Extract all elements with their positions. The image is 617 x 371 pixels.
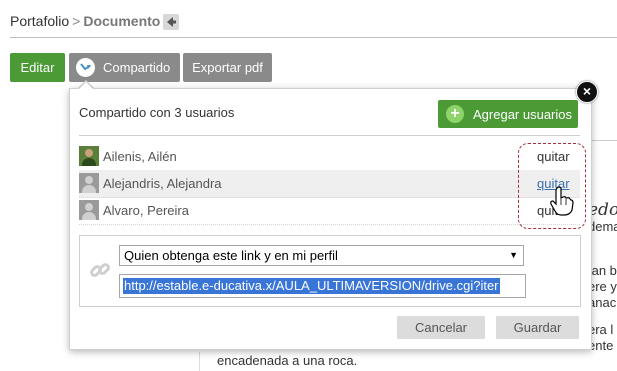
background-text-line: tan b [588, 263, 617, 278]
dropdown-arrow-icon: ▼ [509, 250, 518, 260]
breadcrumb: Portafolio > Documento [10, 13, 160, 29]
arrow-left-icon [167, 17, 176, 27]
link-visibility-select[interactable]: Quien obtenga este link y en mi perfil ▼ [119, 245, 524, 266]
avatar [79, 146, 99, 166]
shared-count-title: Compartido con 3 usuarios [79, 105, 235, 120]
background-text-line: anac [588, 295, 617, 310]
breadcrumb-root[interactable]: Portafolio [10, 13, 69, 29]
chain-link-icon [89, 259, 111, 284]
breadcrumb-separator: > [72, 13, 81, 29]
share-button-label: Compartido [103, 60, 171, 75]
add-users-button[interactable]: + Agregar usuarios [438, 100, 578, 128]
background-heading: edo [588, 200, 617, 220]
avatar [79, 173, 99, 193]
shared-user-row: Ailenis, Ailén quitar [79, 143, 580, 171]
plus-icon: + [446, 105, 464, 123]
save-button[interactable]: Guardar [496, 316, 579, 339]
cancel-button[interactable]: Cancelar [397, 316, 485, 339]
share-url-text: http://estable.e-ducativa.x/AULA_ULTIMAV… [123, 278, 500, 294]
link-visibility-value: Quien obtenga este link y en mi perfil [124, 248, 338, 263]
background-divider [199, 352, 200, 371]
background-text-line: ere y [588, 279, 617, 294]
user-name: Ailenis, Ailén [103, 149, 177, 164]
back-button[interactable] [163, 14, 179, 30]
add-users-label: Agregar usuarios [473, 107, 572, 122]
export-pdf-button[interactable]: Exportar pdf [183, 53, 272, 82]
shared-user-row: Alejandris, Alejandra quitar [79, 170, 580, 198]
shared-user-row: Alvaro, Pereira quitar [79, 197, 580, 225]
share-button[interactable]: Compartido [69, 53, 180, 82]
user-name: Alejandris, Alejandra [103, 176, 222, 191]
user-name: Alvaro, Pereira [103, 203, 189, 218]
avatar [79, 200, 99, 220]
background-text-line: dema [588, 219, 617, 234]
breadcrumb-current: Documento [83, 13, 161, 29]
popup-divider [79, 135, 580, 136]
header-divider [10, 37, 617, 38]
background-text-line: encadenada a una roca. [217, 353, 358, 368]
close-icon[interactable]: × [576, 81, 598, 103]
share-url-field[interactable]: http://estable.e-ducativa.x/AULA_ULTIMAV… [119, 274, 526, 298]
hand-cursor-icon [550, 186, 574, 219]
popup-pointer-fill [79, 82, 93, 89]
share-icon [76, 58, 95, 77]
edit-button[interactable]: Editar [10, 53, 65, 82]
